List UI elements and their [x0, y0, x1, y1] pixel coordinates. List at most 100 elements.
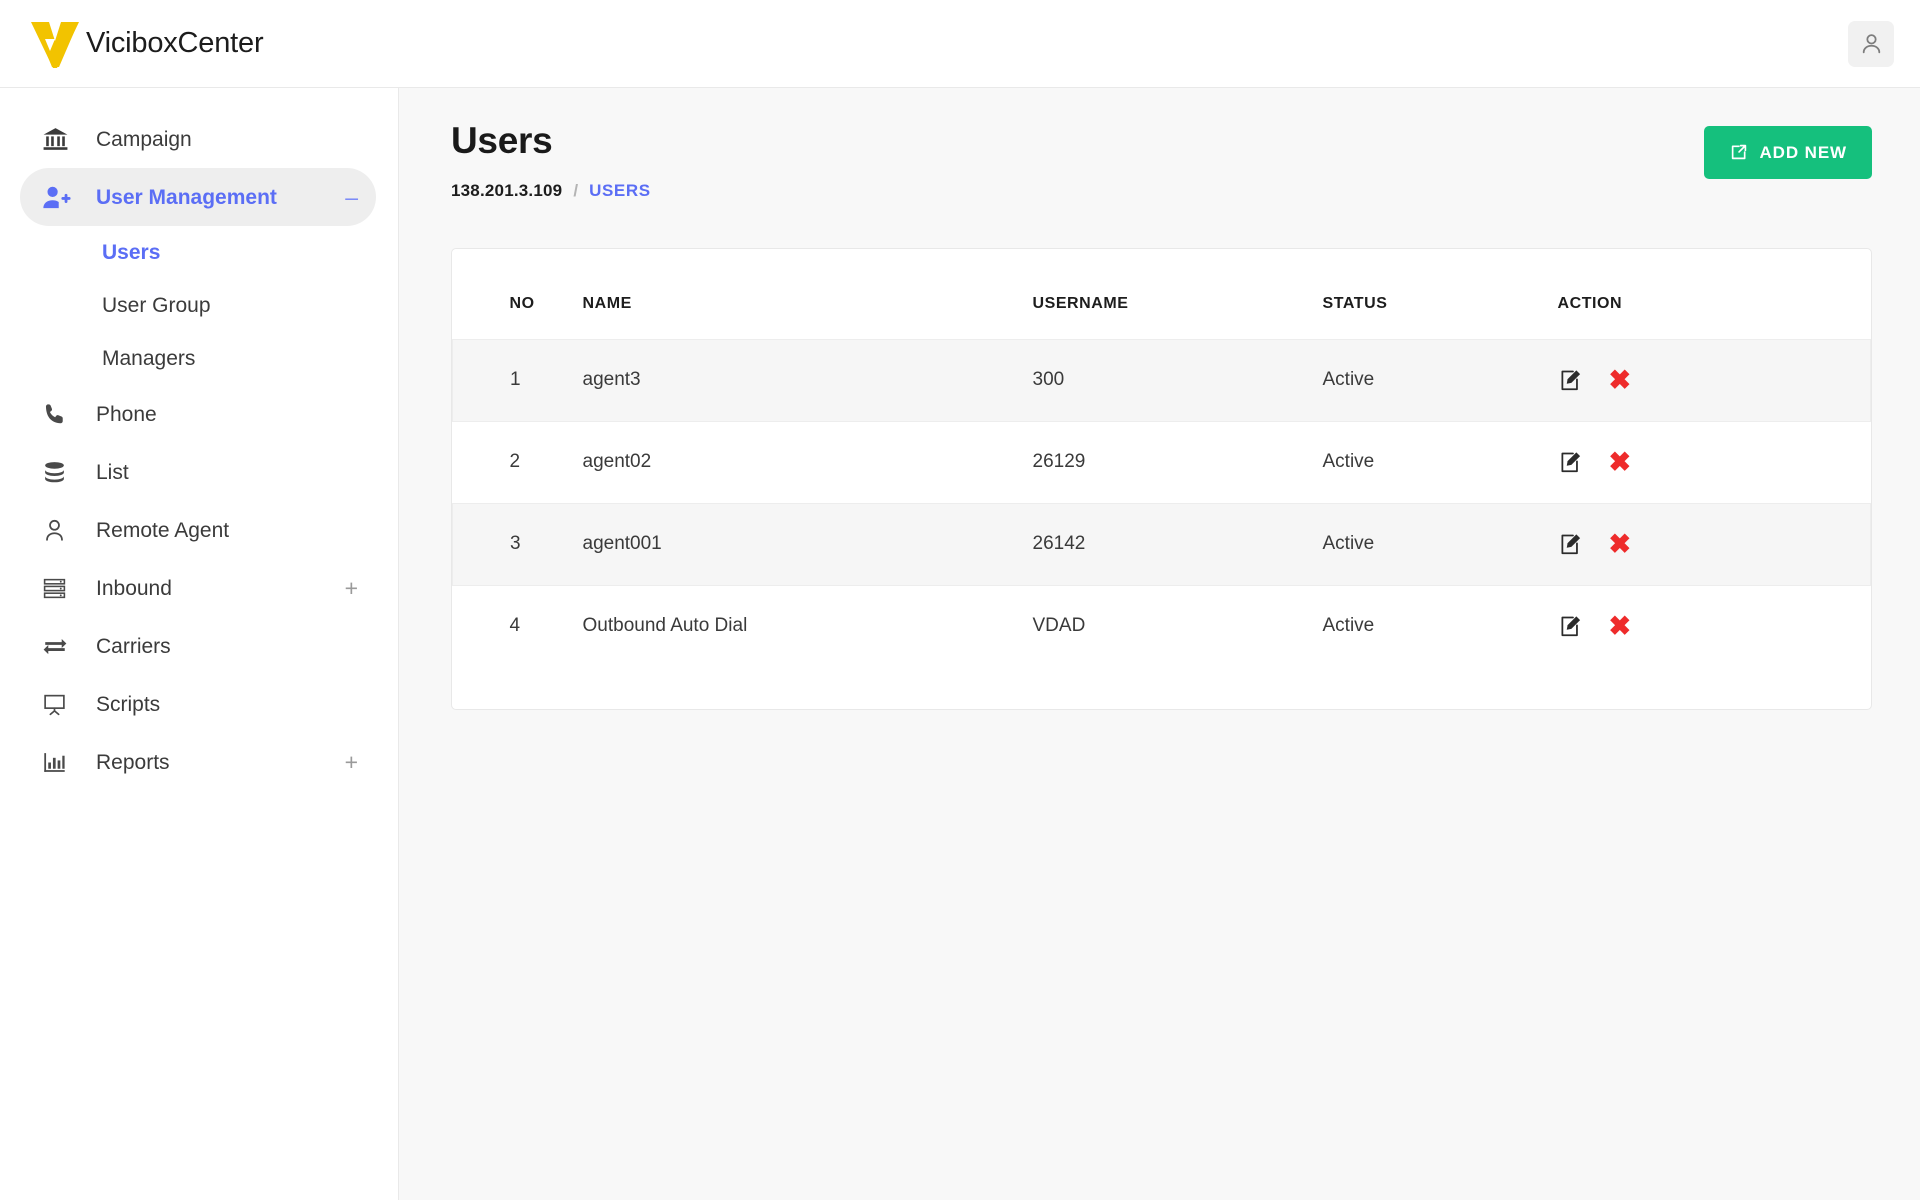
delete-x-icon: ✖ — [1608, 610, 1632, 641]
edit-row-button[interactable] — [1558, 532, 1583, 557]
cell-no: 4 — [509, 615, 521, 637]
cell-no: 2 — [509, 451, 521, 473]
sidebar-item-user-management[interactable]: User Management – — [20, 168, 376, 226]
sidebar-item-users[interactable]: Users — [20, 226, 376, 279]
row-actions: ✖ — [1558, 528, 1871, 559]
breadcrumb-current[interactable]: USERS — [589, 181, 651, 201]
edit-row-button[interactable] — [1558, 614, 1583, 639]
delete-row-button[interactable]: ✖ — [1608, 528, 1632, 559]
cell-username: 26129 — [1032, 451, 1086, 473]
external-link-icon — [1732, 144, 1747, 160]
cell-name: Outbound Auto Dial — [582, 615, 748, 637]
sidebar-item-campaign[interactable]: Campaign — [20, 110, 376, 168]
sidebar-item-managers[interactable]: Managers — [20, 332, 376, 385]
sidebar-item-list[interactable]: List — [20, 443, 376, 501]
edit-row-button[interactable] — [1558, 450, 1583, 475]
delete-row-button[interactable]: ✖ — [1608, 446, 1632, 477]
cell-status: Active — [1322, 615, 1375, 637]
breadcrumb-separator: / — [573, 180, 579, 200]
sidebar-item-label: Remote Agent — [96, 518, 230, 542]
sidebar-toggle-expand[interactable]: + — [345, 576, 358, 600]
sidebar-toggle-collapse[interactable]: – — [345, 185, 358, 209]
brand[interactable]: ViciboxCenter — [28, 17, 264, 71]
page-title: Users — [451, 120, 553, 161]
sidebar-item-phone[interactable]: Phone — [20, 385, 376, 443]
cell-status: Active — [1322, 502, 1558, 586]
edit-pencil-icon — [1560, 534, 1580, 554]
column-header-status: STATUS — [1322, 294, 1388, 312]
sidebar-subitem-label: Users — [102, 241, 161, 264]
app-root: ViciboxCenter Campaign User Management –… — [0, 0, 1920, 1200]
sidebar: Campaign User Management – Users User Gr… — [0, 88, 399, 1200]
add-new-button[interactable]: ADD NEW — [1704, 126, 1872, 179]
sidebar-item-scripts[interactable]: Scripts — [20, 675, 376, 733]
whiteboard-icon — [42, 689, 76, 719]
sidebar-item-user-group[interactable]: User Group — [20, 279, 376, 332]
top-bar: ViciboxCenter — [0, 0, 1920, 88]
cell-name: agent001 — [582, 502, 1033, 586]
user-avatar-button[interactable] — [1848, 20, 1894, 67]
phone-icon — [42, 399, 76, 429]
body-split: Campaign User Management – Users User Gr… — [0, 88, 1920, 1200]
user-add-icon — [42, 182, 76, 212]
column-header-action: ACTION — [1557, 294, 1623, 312]
sidebar-item-label: Inbound — [96, 576, 172, 600]
server-list-icon — [42, 573, 76, 603]
cell-status: Active — [1322, 338, 1558, 422]
person-icon — [42, 515, 76, 545]
row-actions: ✖ — [1558, 610, 1871, 641]
cell-name: agent3 — [582, 338, 1033, 422]
cell-username: 300 — [1032, 338, 1323, 422]
sidebar-item-reports[interactable]: Reports + — [20, 733, 376, 791]
delete-row-button[interactable]: ✖ — [1608, 610, 1632, 641]
sidebar-item-remote-agent[interactable]: Remote Agent — [20, 501, 376, 559]
delete-x-icon: ✖ — [1608, 446, 1632, 477]
edit-pencil-icon — [1560, 616, 1580, 636]
sidebar-item-carriers[interactable]: Carriers — [20, 617, 376, 675]
user-icon — [1862, 34, 1880, 54]
sidebar-toggle-expand[interactable]: + — [345, 750, 358, 774]
sidebar-item-label: Reports — [96, 750, 170, 774]
edit-pencil-icon — [1560, 370, 1580, 390]
cell-action: ✖ — [1557, 338, 1871, 422]
delete-x-icon: ✖ — [1608, 364, 1632, 395]
cell-no: 3 — [452, 502, 583, 586]
bank-icon — [42, 124, 76, 154]
sidebar-subitem-label: User Group — [102, 294, 211, 317]
column-header-name: NAME — [582, 294, 632, 312]
edit-pencil-icon — [1560, 452, 1580, 472]
brand-name: ViciboxCenter — [86, 27, 264, 59]
table-row[interactable]: 2 agent02 26129 Active ✖ — [453, 421, 1871, 503]
sidebar-subitem-label: Managers — [102, 347, 196, 370]
add-new-label: ADD NEW — [1759, 142, 1847, 162]
delete-row-button[interactable]: ✖ — [1608, 364, 1632, 395]
cell-username: 26142 — [1032, 502, 1323, 586]
cell-name: agent02 — [582, 451, 652, 473]
table-row[interactable]: 4 Outbound Auto Dial VDAD Active ✖ — [453, 585, 1871, 667]
column-header-username: USERNAME — [1032, 294, 1129, 312]
row-actions: ✖ — [1558, 446, 1871, 477]
table-row[interactable]: 1 agent3 300 Active ✖ — [452, 338, 1871, 422]
main-content: Users 138.201.3.109 / USERS ADD NEW NO N… — [399, 88, 1920, 1200]
exchange-icon — [42, 631, 76, 661]
delete-x-icon: ✖ — [1608, 528, 1632, 559]
users-table: NO NAME USERNAME STATUS ACTION 1 agent3 … — [452, 283, 1871, 667]
cell-status: Active — [1322, 451, 1375, 473]
page-header: Users 138.201.3.109 / USERS ADD NEW — [451, 120, 1872, 201]
sidebar-item-label: Carriers — [96, 634, 171, 658]
sidebar-item-label: User Management — [96, 185, 277, 209]
table-head: NO NAME USERNAME STATUS ACTION — [453, 283, 1871, 340]
sidebar-item-inbound[interactable]: Inbound + — [20, 559, 376, 617]
vicibox-logo-icon — [31, 21, 79, 68]
cell-action: ✖ — [1558, 585, 1871, 667]
edit-row-button[interactable] — [1558, 368, 1583, 393]
page-header-left: Users 138.201.3.109 / USERS — [451, 120, 651, 201]
bar-chart-icon — [42, 747, 76, 777]
breadcrumb-host: 138.201.3.109 — [451, 180, 563, 200]
sidebar-item-label: Campaign — [96, 127, 192, 151]
database-icon — [42, 457, 76, 487]
table-row[interactable]: 3 agent001 26142 Active ✖ — [452, 502, 1871, 586]
cell-action: ✖ — [1558, 421, 1871, 503]
sidebar-item-label: List — [96, 460, 129, 484]
sidebar-item-label: Phone — [96, 402, 157, 426]
